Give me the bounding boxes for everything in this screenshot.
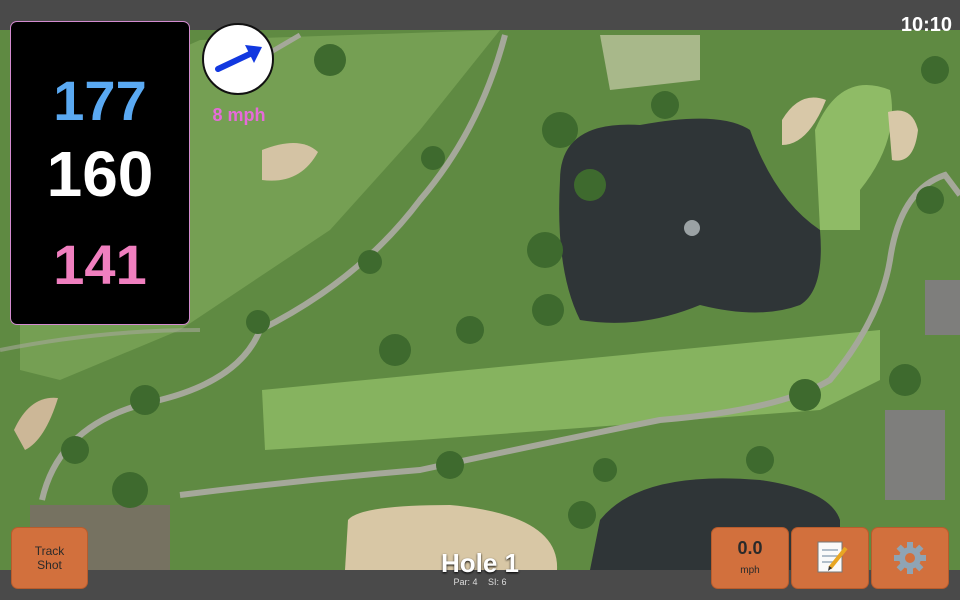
wind-indicator — [202, 23, 274, 95]
distance-back: 177 — [53, 69, 147, 132]
distance-panel: 177 160 141 — [11, 22, 189, 324]
track-shot-label-line1: Track — [34, 544, 65, 558]
distance-middle: 160 — [46, 138, 154, 210]
speed-value: 0.0 — [737, 538, 763, 558]
notes-button[interactable] — [792, 528, 868, 588]
hole-stroke-index: SI: 6 — [488, 577, 507, 587]
hole-details: Par: 4 SI: 6 — [380, 577, 580, 587]
speed-unit: mph — [740, 565, 760, 576]
settings-button[interactable] — [872, 528, 948, 588]
wind-arrow-icon — [215, 45, 262, 72]
wind-speed: 8 mph — [212, 105, 266, 125]
notepad-icon — [817, 541, 848, 573]
clock: 10:10 — [900, 14, 952, 36]
track-shot-label-line2: Shot — [37, 558, 62, 572]
distance-front: 141 — [53, 233, 147, 296]
gear-icon — [894, 542, 926, 574]
hole-title: Hole 1 — [440, 548, 520, 578]
speed-button[interactable]: 0.0 mph — [712, 528, 788, 588]
hole-par: Par: 4 — [453, 577, 478, 587]
track-shot-button[interactable]: Track Shot — [12, 528, 87, 588]
